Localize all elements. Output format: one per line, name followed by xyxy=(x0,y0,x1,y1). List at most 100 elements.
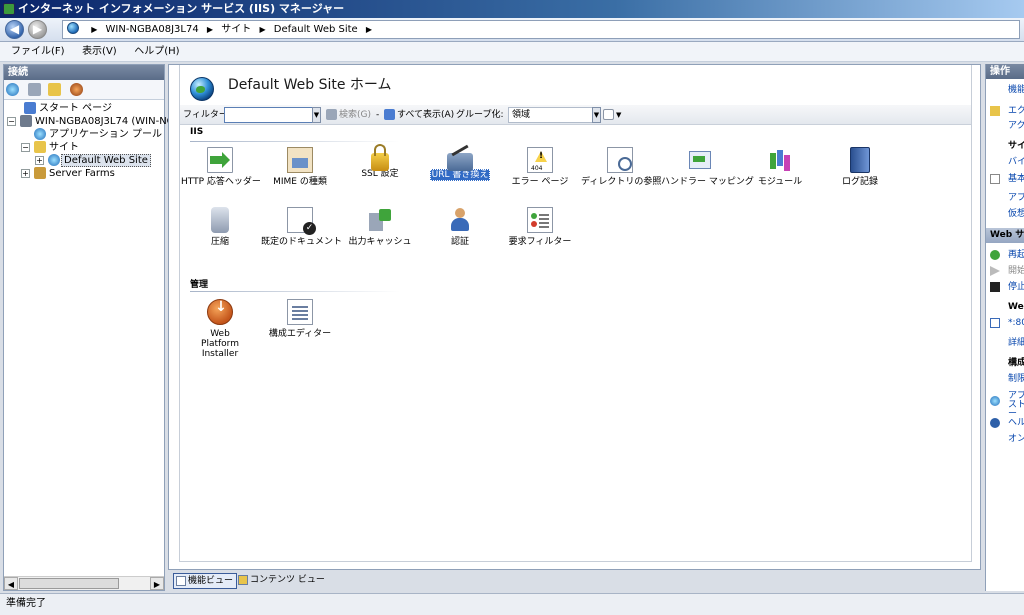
play-icon xyxy=(990,266,1000,276)
view-mode-icon[interactable] xyxy=(603,109,614,120)
feature-directory-browsing[interactable]: ディレクトリの参照 xyxy=(580,147,661,187)
configuration-editor-icon xyxy=(287,299,313,325)
back-button[interactable]: ◀ xyxy=(5,20,24,39)
action-label: 再起 xyxy=(1008,250,1024,260)
feature-label: HTTP 応答ヘッダー xyxy=(181,177,261,187)
collapse-icon[interactable]: − xyxy=(7,117,16,126)
separator: - xyxy=(376,110,380,120)
feature-http-response-headers[interactable]: HTTP 応答ヘッダー xyxy=(180,147,261,187)
chevron-right-icon[interactable]: ▶ xyxy=(259,25,265,34)
settings-icon xyxy=(990,174,1000,184)
compression-icon xyxy=(211,207,229,233)
tree-sites[interactable]: − サイト xyxy=(4,141,164,154)
feature-label: 認証 xyxy=(450,237,469,247)
chevron-right-icon[interactable]: ▶ xyxy=(91,25,97,34)
show-all-button[interactable]: すべて表示(A) xyxy=(397,105,454,125)
binoculars-icon[interactable] xyxy=(326,109,337,120)
chevron-down-icon[interactable]: ▼ xyxy=(616,105,621,125)
tree-server[interactable]: − WIN-NGBA08J3L74 (WIN-NGE xyxy=(4,115,181,128)
chevron-right-icon[interactable]: ▶ xyxy=(366,25,372,34)
actions-title: 操作 xyxy=(986,64,1024,79)
status-bar: 準備完了 xyxy=(0,593,1024,615)
restart-icon xyxy=(990,250,1000,260)
address-bar: ◀ ▶ ▶ WIN-NGBA08J3L74 ▶ サイト ▶ Default We… xyxy=(0,18,1024,42)
feature-label: MIME の種類 xyxy=(273,177,327,187)
breadcrumb-server[interactable]: WIN-NGBA08J3L74 xyxy=(106,24,199,35)
action-label: バイ xyxy=(1008,157,1024,167)
web-platform-installer-icon xyxy=(207,299,234,325)
feature-configuration-editor[interactable]: 構成エディター xyxy=(260,299,340,339)
breadcrumb-sites[interactable]: サイト xyxy=(221,24,251,35)
scroll-left-icon[interactable]: ◀ xyxy=(4,577,18,590)
group-by-label: グループ化: xyxy=(456,110,504,120)
menu-help[interactable]: ヘルプ(H) xyxy=(127,42,186,62)
up-folder-icon[interactable] xyxy=(48,83,61,96)
connect-icon[interactable] xyxy=(6,83,19,96)
tab-content-view[interactable]: コンテンツ ビュー xyxy=(236,573,328,589)
action-label: 基本 xyxy=(1008,174,1024,184)
start-page-icon xyxy=(24,102,36,114)
feature-web-platform-installer[interactable]: Web Platform Installer xyxy=(180,299,260,359)
forward-button[interactable]: ▶ xyxy=(28,20,47,39)
group-by-select[interactable]: 領域 xyxy=(508,107,600,123)
menu-view[interactable]: 表示(V) xyxy=(75,42,124,62)
app-icon xyxy=(990,396,1000,406)
title-bar: インターネット インフォメーション サービス (IIS) マネージャー xyxy=(0,0,1024,18)
default-document-icon xyxy=(287,207,316,235)
tree-label: WIN-NGBA08J3L74 (WIN-NGE xyxy=(35,116,181,127)
feature-label: Web Platform Installer xyxy=(201,329,239,359)
feature-request-filtering[interactable]: 要求フィルター xyxy=(500,207,580,247)
filter-dropdown-icon[interactable]: ▼ xyxy=(312,107,321,123)
feature-logging[interactable]: ログ記録 xyxy=(820,147,900,187)
feature-modules[interactable]: モジュール xyxy=(740,147,820,187)
feature-compression[interactable]: 圧縮 xyxy=(180,207,260,247)
action-label: アク xyxy=(1008,121,1024,131)
save-icon[interactable] xyxy=(28,83,41,96)
breadcrumb[interactable]: ▶ WIN-NGBA08J3L74 ▶ サイト ▶ Default Web Si… xyxy=(62,20,1020,39)
mime-icon xyxy=(287,147,313,173)
scroll-right-icon[interactable]: ▶ xyxy=(150,577,164,590)
expand-icon[interactable]: + xyxy=(21,169,30,178)
group-by-dropdown-icon[interactable]: ▼ xyxy=(592,107,601,123)
feature-url-rewrite[interactable]: URL 書き換え xyxy=(420,147,500,181)
chevron-right-icon[interactable]: ▶ xyxy=(207,25,213,34)
feature-error-pages[interactable]: エラー ページ xyxy=(500,147,580,187)
breadcrumb-site[interactable]: Default Web Site xyxy=(274,24,358,35)
action-label: 構成 xyxy=(1008,358,1024,368)
disconnect-icon[interactable] xyxy=(70,83,83,96)
tree-start-page[interactable]: スタート ページ xyxy=(4,102,164,115)
handler-mappings-icon xyxy=(687,147,713,173)
globe-icon xyxy=(48,154,60,166)
server-icon xyxy=(20,115,32,127)
menu-file[interactable]: ファイル(F) xyxy=(4,42,72,62)
feature-handler-mappings[interactable]: ハンドラー マッピング xyxy=(660,147,754,187)
tree-default-web-site[interactable]: + Default Web Site xyxy=(4,154,164,167)
action-label: 停止 xyxy=(1008,282,1024,292)
feature-mime-types[interactable]: MIME の種類 xyxy=(260,147,340,187)
modules-icon xyxy=(767,147,793,173)
filter-input[interactable] xyxy=(224,107,313,123)
horizontal-scrollbar[interactable]: ◀ ▶ xyxy=(4,576,164,590)
tree-server-farms[interactable]: + Server Farms xyxy=(4,167,164,180)
connections-panel: 接続 スタート ページ − WIN-NGBA08J3L74 (WIN-NGE ア… xyxy=(3,64,181,591)
action-label: Web xyxy=(1008,302,1024,312)
feature-authentication[interactable]: 認証 xyxy=(420,207,500,247)
feature-ssl-settings[interactable]: SSL 設定 xyxy=(340,144,420,179)
tree-app-pools[interactable]: アプリケーション プール xyxy=(4,128,164,141)
collapse-icon[interactable]: − xyxy=(21,143,30,152)
tree-label: サイト xyxy=(49,142,79,153)
tree-label: スタート ページ xyxy=(39,103,112,114)
tree-label: Server Farms xyxy=(49,168,115,179)
expand-icon[interactable]: + xyxy=(35,156,44,165)
feature-default-document[interactable]: 既定のドキュメント xyxy=(260,207,342,247)
show-all-icon[interactable] xyxy=(384,109,395,120)
action-label: 機能 xyxy=(1008,85,1024,95)
action-label: 制限 xyxy=(1008,374,1024,384)
feature-output-caching[interactable]: 出力キャッシュ xyxy=(340,207,420,247)
scroll-thumb[interactable] xyxy=(19,578,119,589)
tab-features-view[interactable]: 機能ビュー xyxy=(173,573,238,589)
status-text: 準備完了 xyxy=(6,598,46,609)
action-label: オン xyxy=(1008,434,1024,444)
search-button[interactable]: 検索(G) xyxy=(339,105,371,125)
web-site-manage-heading: Web サ xyxy=(986,228,1024,243)
